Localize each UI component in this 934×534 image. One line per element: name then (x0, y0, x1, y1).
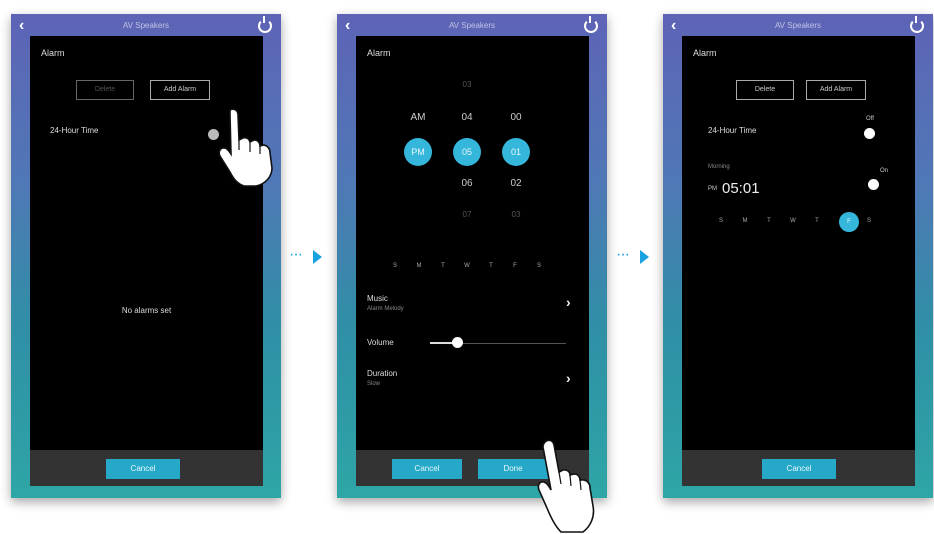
empty-message: No alarms set (121, 306, 172, 315)
24-hour-toggle[interactable] (864, 128, 875, 139)
day-fri-selected: F (839, 212, 859, 232)
day-sat[interactable]: S (534, 263, 544, 269)
minute-option[interactable]: 00 (501, 112, 531, 123)
power-icon[interactable] (584, 16, 598, 33)
volume-label: Volume (367, 338, 394, 347)
alarm-toggle-state: On (880, 168, 889, 174)
ampm-option[interactable]: AM (403, 112, 433, 123)
alarm-dialog: Alarm 03 AM 04 00 PM 05 01 06 02 07 03 S… (356, 36, 589, 486)
alarm-toggle[interactable] (868, 179, 879, 190)
hour-selected[interactable]: 05 (453, 138, 481, 166)
minute-selected[interactable]: 01 (502, 138, 530, 166)
hour-option[interactable]: 03 (452, 80, 482, 89)
hour-option[interactable]: 04 (452, 112, 482, 123)
hour-option[interactable]: 07 (452, 210, 482, 219)
cancel-button[interactable]: Cancel (106, 459, 180, 479)
day-wed: W (790, 218, 796, 224)
cancel-button[interactable]: Cancel (762, 459, 836, 479)
cancel-button[interactable]: Cancel (392, 459, 462, 479)
power-icon[interactable] (258, 16, 272, 33)
day-sun[interactable]: S (390, 263, 400, 269)
dialog-title: Alarm (41, 48, 65, 58)
alarm-period: PM (708, 186, 717, 192)
24-hour-time-label: 24-Hour Time (50, 126, 99, 135)
duration-label: Duration (367, 369, 398, 378)
app-title: AV Speakers (448, 21, 496, 30)
app-title: AV Speakers (122, 21, 170, 30)
dialog-footer: Cancel (30, 450, 263, 486)
day-thu: T (815, 218, 819, 224)
ampm-selected[interactable]: PM (404, 138, 432, 166)
delete-button[interactable]: Delete (76, 80, 134, 100)
day-tue: T (767, 218, 771, 224)
power-icon[interactable] (910, 16, 924, 33)
24-hour-time-label: 24-Hour Time (708, 126, 757, 135)
day-mon[interactable]: M (414, 263, 424, 269)
day-sat: S (866, 218, 871, 224)
day-sun: S (718, 218, 723, 224)
add-alarm-button[interactable]: Add Alarm (150, 80, 210, 100)
music-label: Music (367, 294, 388, 303)
dialog-footer: Cancel (682, 450, 915, 486)
add-alarm-button[interactable]: Add Alarm (806, 80, 866, 100)
day-thu[interactable]: T (486, 263, 496, 269)
day-mon: M (742, 218, 748, 224)
day-wed[interactable]: W (462, 263, 472, 269)
alarm-dialog: Alarm Delete Add Alarm 24-Hour Time Off … (682, 36, 915, 486)
minute-option[interactable]: 03 (501, 210, 531, 219)
alarm-name: Morning (708, 164, 730, 170)
24-hour-state: Off (866, 116, 874, 122)
hand-pointer-icon (218, 108, 273, 187)
app-title: AV Speakers (774, 21, 822, 30)
delete-button[interactable]: Delete (736, 80, 794, 100)
alarm-dialog: Alarm Delete Add Alarm 24-Hour Time No a… (30, 36, 263, 486)
chevron-right-icon[interactable]: › (566, 294, 571, 310)
hour-option[interactable]: 06 (452, 178, 482, 189)
day-fri[interactable]: F (510, 263, 520, 269)
hand-pointer-icon (537, 439, 595, 533)
dialog-title: Alarm (367, 48, 391, 58)
phone-screen-1: ‹ AV Speakers Alarm Delete Add Alarm 24-… (11, 14, 281, 498)
alarm-time[interactable]: 05:01 (722, 180, 760, 197)
volume-slider-handle[interactable] (452, 337, 464, 348)
day-tue[interactable]: T (438, 263, 448, 269)
dialog-title: Alarm (693, 48, 717, 58)
minute-option[interactable]: 02 (501, 178, 531, 189)
music-value: Alarm Melody (367, 306, 404, 312)
duration-value: Slow (367, 381, 381, 387)
chevron-right-icon[interactable]: › (566, 370, 571, 386)
phone-screen-2: ‹ AV Speakers Alarm 03 AM 04 00 PM 05 01… (337, 14, 607, 533)
phone-screen-3: ‹ AV Speakers Alarm Delete Add Alarm 24-… (663, 14, 933, 498)
